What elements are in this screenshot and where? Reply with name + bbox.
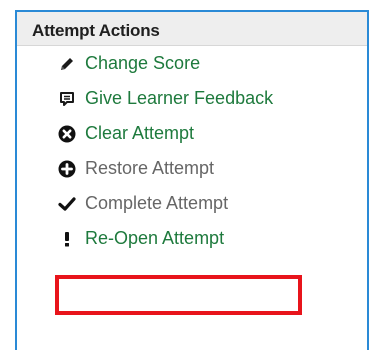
change-score-label[interactable]: Change Score: [85, 53, 200, 74]
checkmark-icon: [58, 195, 76, 213]
complete-attempt-label: Complete Attempt: [85, 193, 229, 213]
panel-header: Attempt Actions: [17, 12, 367, 46]
restore-attempt-label: Restore Attempt: [85, 158, 215, 178]
attempt-actions-list: Change Score Give Learner Feedback Clear…: [58, 46, 273, 256]
exclamation-icon: [58, 230, 76, 248]
clear-attempt-label[interactable]: Clear Attempt: [85, 123, 194, 144]
re-open-attempt-action[interactable]: Re-Open Attempt: [58, 221, 273, 256]
change-score-action[interactable]: Change Score: [58, 46, 273, 81]
plus-circle-icon: [58, 160, 76, 178]
re-open-attempt-label[interactable]: Re-Open Attempt: [85, 228, 224, 249]
clear-attempt-action[interactable]: Clear Attempt: [58, 116, 273, 151]
give-learner-feedback-action[interactable]: Give Learner Feedback: [58, 81, 273, 116]
panel-title: Attempt Actions: [32, 21, 160, 40]
give-learner-feedback-label[interactable]: Give Learner Feedback: [85, 88, 273, 109]
complete-attempt-action: Complete Attempt: [58, 186, 273, 221]
pencil-icon: [58, 55, 76, 73]
speech-bubble-icon: [58, 90, 76, 108]
re-open-highlight-box: [55, 275, 302, 315]
clear-x-icon: [58, 125, 76, 143]
restore-attempt-action: Restore Attempt: [58, 151, 273, 186]
